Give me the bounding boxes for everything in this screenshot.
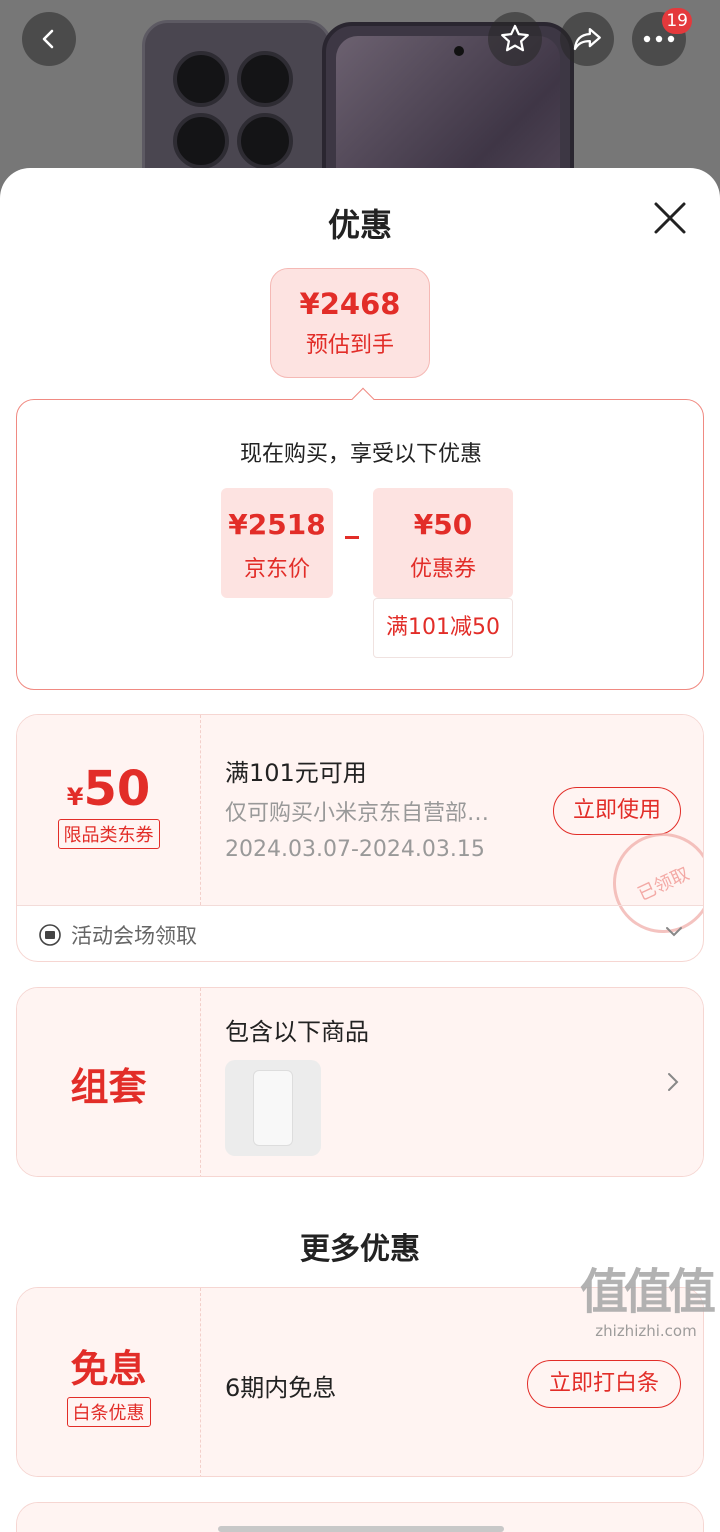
estimated-price: ¥2468 [299, 287, 401, 321]
interest-title: 6期内免息 [225, 1374, 337, 1402]
interest-label-column: 免息 白条优惠 [17, 1288, 201, 1476]
jd-price-label: 京东价 [243, 557, 310, 582]
breakdown-heading: 现在购买，享受以下优惠 [239, 442, 482, 467]
camera-lens [173, 51, 229, 107]
home-indicator[interactable] [218, 1526, 504, 1532]
discount-breakdown: 现在购买，享受以下优惠 ¥2518 京东价 ¥50 优惠券 满101减50 [16, 387, 704, 690]
use-now-button[interactable]: 立即使用 [553, 787, 681, 835]
back-button[interactable] [22, 12, 76, 66]
chevron-left-icon [42, 29, 54, 49]
camera-lens [173, 113, 229, 169]
coupon-amount-value: 50 [83, 761, 151, 817]
coupon-box: ¥50 优惠券 [373, 488, 513, 598]
minus-sign [345, 536, 359, 539]
estimated-price-label: 预估到手 [305, 333, 394, 358]
chevron-down-icon [666, 927, 682, 937]
watermark-logo: 值值值 [579, 1264, 716, 1320]
coupon-type-tag: 限品类东券 [57, 819, 160, 849]
sheet-title: 优惠 [327, 206, 392, 244]
star-icon [501, 24, 529, 52]
coupon-card: ¥50 限品类东券 满101元可用 仅可购买小米京东自营部… 2024.03.0… [16, 714, 704, 962]
front-camera [454, 46, 464, 56]
coupon-title: 满101元可用 [225, 759, 367, 787]
pointer-notch [351, 387, 375, 411]
camera-flash [237, 113, 293, 169]
coupon-value: ¥50 [413, 508, 473, 541]
bundle-card[interactable]: 组套 包含以下商品 [16, 987, 704, 1177]
coupon-desc: 仅可购买小米京东自营部… [225, 801, 490, 826]
interest-label: 免息 [70, 1347, 147, 1391]
chevron-right-icon [668, 1073, 679, 1091]
watermark: 值值值 zhizhizhi.com [579, 1252, 716, 1340]
jd-price: ¥2518 [228, 508, 326, 541]
bundle-product-thumbnail[interactable] [225, 1060, 321, 1156]
notification-badge: 19 [662, 8, 692, 34]
favorite-button[interactable] [488, 12, 542, 66]
coupon-footer[interactable]: 活动会场领取 [17, 905, 703, 961]
coupon-card-body: ¥50 限品类东券 满101元可用 仅可购买小米京东自营部… 2024.03.0… [17, 715, 703, 950]
share-button[interactable] [560, 12, 614, 66]
bundle-title: 包含以下商品 [225, 1018, 369, 1046]
baitiao-tag: 白条优惠 [66, 1397, 151, 1427]
coupon-amount: ¥50 [17, 761, 200, 817]
watermark-domain: zhizhizhi.com [595, 1322, 697, 1340]
close-button[interactable] [652, 200, 688, 236]
estimated-price-box: ¥2468 预估到手 [270, 268, 430, 378]
bundle-label: 组套 [70, 1065, 147, 1109]
bundle-label-column: 组套 [17, 988, 201, 1176]
coupon-condition: 满101减50 [373, 598, 513, 658]
more-button[interactable]: 19 [632, 8, 692, 66]
more-dots-icon [643, 35, 675, 43]
power-bank-image [253, 1070, 293, 1146]
coupon-source: 活动会场领取 [71, 924, 197, 948]
close-icon [654, 202, 686, 234]
camera-lens [237, 51, 293, 107]
bundle-card-body: 组套 包含以下商品 [17, 988, 703, 1176]
use-baitiao-button[interactable]: 立即打白条 [527, 1360, 681, 1408]
coupon-date-range: 2024.03.07-2024.03.15 [225, 837, 485, 862]
share-icon [573, 27, 601, 51]
ticket-icon [39, 924, 61, 946]
coupon-label: 优惠券 [409, 557, 476, 582]
coupon-amount-column: ¥50 限品类东券 [17, 715, 201, 905]
jd-price-box: ¥2518 京东价 [221, 488, 333, 598]
currency-symbol: ¥ [66, 783, 84, 811]
